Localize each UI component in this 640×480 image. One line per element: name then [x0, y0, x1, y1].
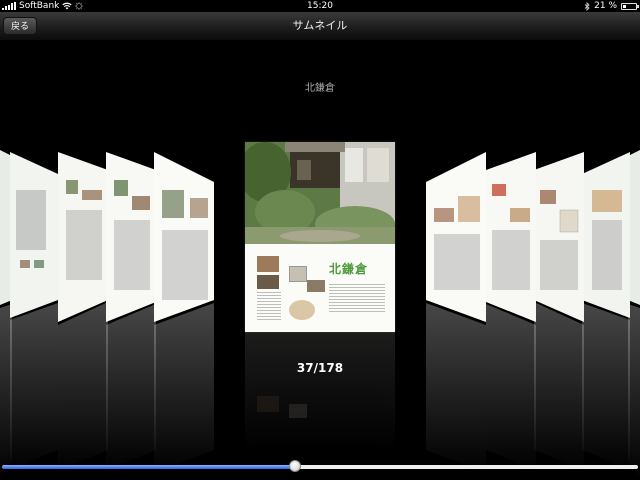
thumbnail-page[interactable] — [582, 152, 630, 470]
page-slider[interactable] — [2, 460, 638, 472]
slider-track-remaining[interactable] — [295, 465, 638, 469]
center-page-heading: 北鎌倉 — [329, 262, 369, 276]
status-right: 21 % — [584, 0, 639, 12]
status-time: 15:20 — [307, 1, 333, 11]
thumbnail-page[interactable] — [534, 152, 584, 470]
slider-thumb[interactable] — [289, 460, 301, 472]
left-page-stack[interactable] — [0, 150, 220, 480]
thumbnail-page[interactable] — [426, 152, 486, 472]
battery-icon — [621, 2, 639, 10]
page-text-block — [257, 292, 281, 320]
page-photo-4 — [307, 280, 325, 292]
current-page-thumbnail[interactable]: 北鎌倉 — [245, 142, 395, 332]
slider-track-filled[interactable] — [2, 465, 295, 469]
section-title: 北鎌倉 — [305, 83, 335, 94]
thumbnail-page[interactable] — [486, 152, 536, 470]
navigation-bar: 戻る サムネイル — [0, 12, 640, 41]
thumbnail-page[interactable] — [106, 152, 156, 470]
thumbnail-page[interactable] — [154, 152, 214, 472]
status-bar: SoftBank 15:20 21 % — [0, 0, 640, 12]
page-photo-5 — [289, 300, 315, 320]
page-photo-2 — [257, 275, 279, 289]
thumbnail-page[interactable] — [58, 152, 108, 470]
battery-fill — [623, 4, 626, 8]
page-text-block — [329, 284, 385, 314]
right-page-stack[interactable] — [420, 150, 640, 480]
page-photo-1 — [257, 256, 279, 272]
battery-percent: 21 % — [594, 1, 617, 11]
current-page-reflection — [245, 332, 395, 452]
thumbnail-page[interactable] — [10, 152, 58, 470]
bluetooth-icon — [584, 1, 590, 11]
garden-photo — [245, 142, 395, 244]
page-counter: 37/178 — [296, 361, 344, 375]
nav-title: サムネイル — [292, 19, 348, 32]
page-photo-3 — [289, 266, 307, 282]
